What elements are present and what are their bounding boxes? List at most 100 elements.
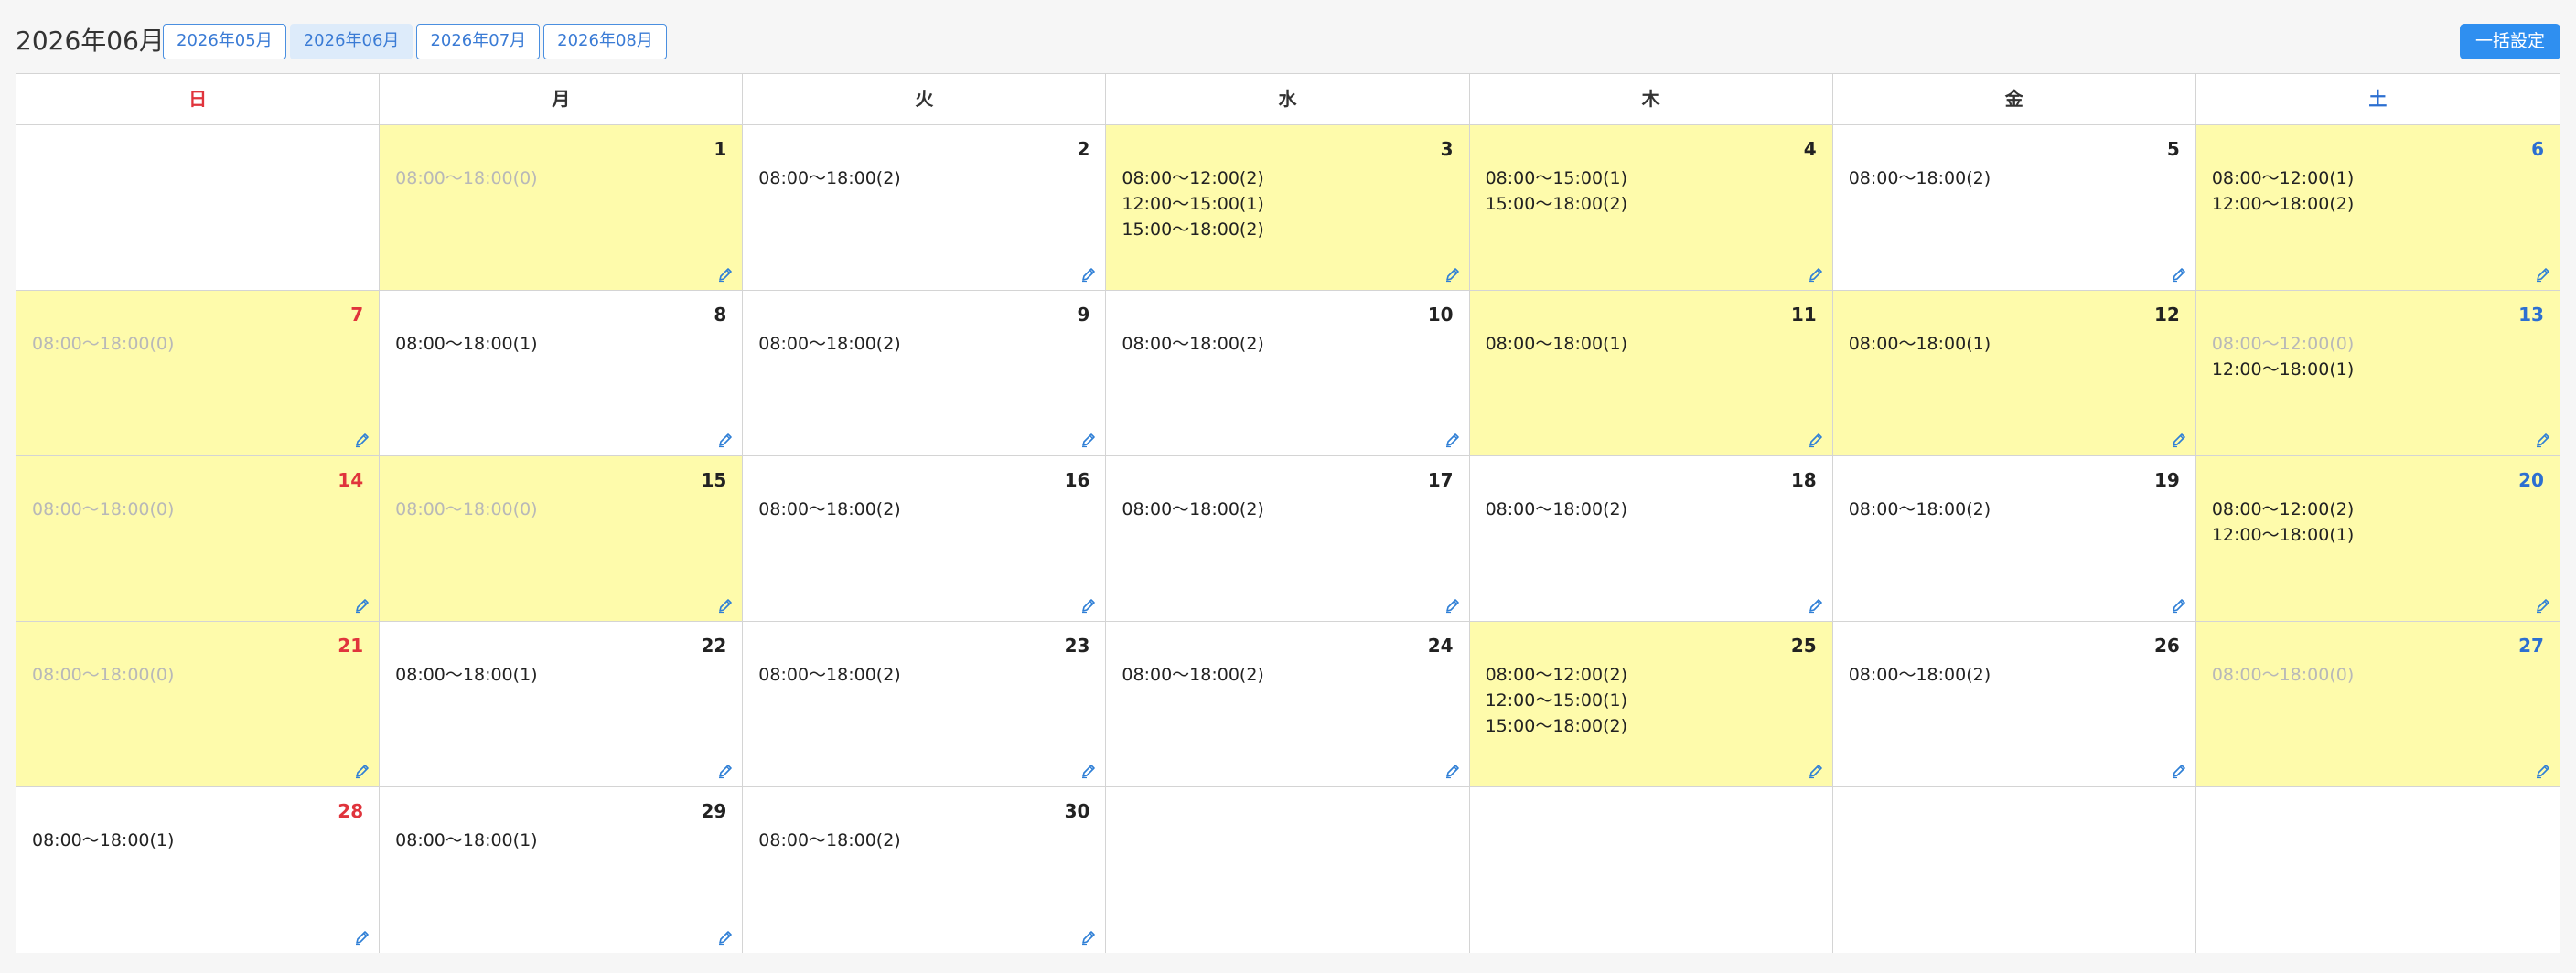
time-slot-list: 08:00〜18:00(2) xyxy=(758,331,900,357)
pencil-icon-glyph xyxy=(1809,599,1822,614)
pencil-icon[interactable] xyxy=(716,596,735,615)
day-cell: 2 08:00〜18:00(2) xyxy=(743,125,1107,291)
pencil-icon[interactable] xyxy=(1079,431,1098,449)
day-cell: 29 08:00〜18:00(1) xyxy=(380,787,744,953)
day-cell: 16 08:00〜18:00(2) xyxy=(743,456,1107,622)
time-slot-list: 08:00〜18:00(0) xyxy=(395,166,537,191)
pencil-icon[interactable] xyxy=(1444,265,1462,283)
weekday-saturday: 土 xyxy=(2368,88,2388,110)
empty-day-cell xyxy=(16,125,381,291)
pencil-icon[interactable] xyxy=(1444,431,1462,449)
time-slot-list: 08:00〜18:00(1) xyxy=(395,828,537,853)
time-slot: 08:00〜18:00(0) xyxy=(2211,665,2355,685)
pencil-icon-glyph xyxy=(356,599,369,614)
time-slot: 08:00〜18:00(1) xyxy=(1485,334,1627,354)
calendar-grid: 1 08:00〜18:00(0) 2 08:00〜18:00(2) 3 08:00〜12:… xyxy=(16,125,2560,953)
day-cell: 10 08:00〜18:00(2) xyxy=(1106,291,1470,456)
time-slot: 12:00〜15:00(1) xyxy=(1485,690,1627,711)
pencil-icon[interactable] xyxy=(353,431,371,449)
pencil-icon[interactable] xyxy=(2534,265,2552,283)
pencil-icon[interactable] xyxy=(2170,265,2188,283)
pencil-icon[interactable] xyxy=(716,928,735,946)
time-slot: 08:00〜18:00(1) xyxy=(1848,334,1991,354)
pencil-icon[interactable] xyxy=(716,265,735,283)
pencil-icon[interactable] xyxy=(2170,431,2188,449)
time-slot-list: 08:00〜12:00(2) 12:00〜18:00(1) xyxy=(2212,497,2354,548)
empty-day-cell xyxy=(1832,787,2196,953)
pencil-icon[interactable] xyxy=(353,928,371,946)
month-tab-2026-05[interactable]: 2026年05月 xyxy=(163,24,286,59)
pencil-icon-glyph xyxy=(1445,433,1459,448)
day-number: 27 xyxy=(2518,635,2544,657)
empty-day-cell xyxy=(1106,787,1470,953)
pencil-icon-glyph xyxy=(356,433,369,448)
pencil-icon-glyph xyxy=(719,931,733,946)
day-number: 28 xyxy=(338,800,364,822)
day-cell: 26 08:00〜18:00(2) xyxy=(1832,622,2196,787)
day-cell: 15 08:00〜18:00(0) xyxy=(380,456,744,622)
pencil-icon[interactable] xyxy=(2534,762,2552,780)
pencil-icon-glyph xyxy=(2172,764,2185,779)
time-slot: 12:00〜18:00(1) xyxy=(2211,525,2355,545)
pencil-icon[interactable] xyxy=(1079,265,1098,283)
weekday-wednesday: 水 xyxy=(1106,74,1470,124)
day-cell: 20 08:00〜12:00(2) 12:00〜18:00(1) xyxy=(2195,456,2560,622)
time-slot-list: 08:00〜18:00(2) xyxy=(758,828,900,853)
pencil-icon[interactable] xyxy=(2170,596,2188,615)
bulk-setting-button[interactable]: 一括設定 xyxy=(2459,24,2560,59)
pencil-icon-glyph xyxy=(356,764,369,779)
day-number: 17 xyxy=(1427,469,1454,491)
pencil-icon[interactable] xyxy=(353,762,371,780)
pencil-icon[interactable] xyxy=(2534,431,2552,449)
time-slot: 08:00〜18:00(2) xyxy=(758,168,901,188)
pencil-icon[interactable] xyxy=(716,431,735,449)
time-slot: 08:00〜12:00(0) xyxy=(2211,334,2355,354)
time-slot-list: 08:00〜15:00(1) 15:00〜18:00(2) xyxy=(1486,166,1627,217)
pencil-icon[interactable] xyxy=(1079,928,1098,946)
day-cell: 7 08:00〜18:00(0) xyxy=(16,291,381,456)
pencil-icon[interactable] xyxy=(1807,265,1825,283)
time-slot-list: 08:00〜18:00(0) xyxy=(395,497,537,522)
day-number: 13 xyxy=(2518,304,2544,326)
month-tab-2026-07[interactable]: 2026年07月 xyxy=(416,24,541,59)
weekday-header: 日 月 火 水 木 金 土 xyxy=(16,74,2560,125)
day-cell: 30 08:00〜18:00(2) xyxy=(743,787,1107,953)
day-number: 16 xyxy=(1064,469,1090,491)
pencil-icon-glyph xyxy=(1082,268,1096,283)
pencil-icon[interactable] xyxy=(1079,762,1098,780)
pencil-icon[interactable] xyxy=(1444,596,1462,615)
time-slot-list: 08:00〜12:00(2) 12:00〜15:00(1) 15:00〜18:00(… xyxy=(1122,166,1263,242)
time-slot: 08:00〜18:00(2) xyxy=(758,830,901,850)
pencil-icon[interactable] xyxy=(1807,431,1825,449)
pencil-icon[interactable] xyxy=(716,762,735,780)
pencil-icon[interactable] xyxy=(1807,762,1825,780)
day-number: 8 xyxy=(714,304,727,326)
time-slot-list: 08:00〜18:00(2) xyxy=(1486,497,1627,522)
pencil-icon-glyph xyxy=(719,764,733,779)
day-cell: 11 08:00〜18:00(1) xyxy=(1469,291,1833,456)
pencil-icon-glyph xyxy=(719,599,733,614)
pencil-icon[interactable] xyxy=(2534,596,2552,615)
pencil-icon[interactable] xyxy=(353,596,371,615)
calendar: 日 月 火 水 木 金 土 1 08:00〜18:00(0) 2 08:00〜18:0… xyxy=(16,73,2560,953)
pencil-icon[interactable] xyxy=(1444,762,1462,780)
pencil-icon[interactable] xyxy=(1079,596,1098,615)
day-number: 14 xyxy=(338,469,364,491)
time-slot-list: 08:00〜12:00(0) 12:00〜18:00(1) xyxy=(2212,331,2354,382)
time-slot: 08:00〜15:00(1) xyxy=(1485,168,1627,188)
pencil-icon-glyph xyxy=(1809,764,1822,779)
weekday-friday: 金 xyxy=(1833,74,2196,124)
pencil-icon[interactable] xyxy=(2170,762,2188,780)
month-tab-2026-06[interactable]: 2026年06月 xyxy=(289,24,413,59)
time-slot-list: 08:00〜18:00(0) xyxy=(2212,662,2354,688)
pencil-icon-glyph xyxy=(2172,599,2185,614)
day-cell: 19 08:00〜18:00(2) xyxy=(1832,456,2196,622)
pencil-icon-glyph xyxy=(2172,268,2185,283)
time-slot: 08:00〜18:00(0) xyxy=(32,499,175,519)
month-tab-2026-08[interactable]: 2026年08月 xyxy=(543,24,667,59)
day-cell: 4 08:00〜15:00(1) 15:00〜18:00(2) xyxy=(1469,125,1833,291)
time-slot: 08:00〜18:00(2) xyxy=(1848,499,1991,519)
pencil-icon[interactable] xyxy=(1807,596,1825,615)
time-slot: 08:00〜18:00(0) xyxy=(395,499,538,519)
day-number: 23 xyxy=(1064,635,1090,657)
